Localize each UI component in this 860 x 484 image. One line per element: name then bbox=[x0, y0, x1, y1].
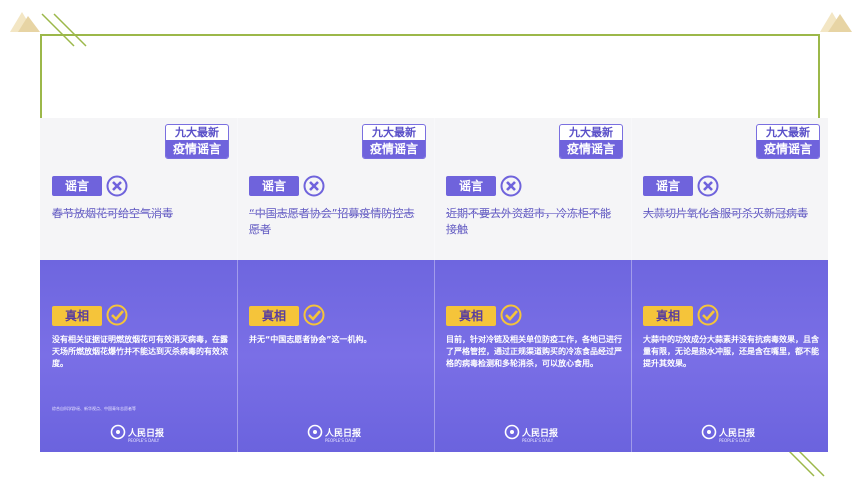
truth-text: 大蒜中的功效成分大蒜素并没有抗病毒效果，且含量有限，无论是热水冲服，还是含在嘴里… bbox=[643, 335, 819, 368]
triangle-decoration-right bbox=[820, 12, 852, 32]
logo-sub: PEOPLE'S DAILY bbox=[522, 438, 554, 443]
triangle-decoration-left bbox=[10, 12, 40, 32]
badge-line1: 九大最新 bbox=[569, 126, 613, 139]
truth-label: 真相 bbox=[643, 306, 693, 326]
rumor-label: 谣言 bbox=[52, 176, 102, 196]
rumor-card-3: 九大最新 疫情谣言 谣言 近期不要去外资超市，冷冻柜不能接触 真相 目前，针对冷… bbox=[434, 118, 631, 452]
title-badge: 九大最新 疫情谣言 bbox=[756, 124, 820, 159]
truth-label: 真相 bbox=[446, 306, 496, 326]
diagonal-lines-top-left bbox=[41, 13, 87, 47]
truth-text: 并无“中国志愿者协会”这一机构。 bbox=[249, 335, 372, 344]
badge-line1: 九大最新 bbox=[372, 126, 416, 139]
rumor-label: 谣言 bbox=[446, 176, 496, 196]
cross-circle-icon bbox=[500, 175, 522, 197]
diagonal-lines-bottom-right bbox=[787, 449, 825, 477]
rumor-text: “中国志愿者协会”招募疫情防控志愿者 bbox=[249, 207, 415, 236]
check-circle-icon bbox=[697, 304, 719, 326]
truth-text: 没有相关证据证明燃放烟花可有效消灭病毒，在露天场所燃放烟花爆竹并不能达到灭杀病毒… bbox=[52, 335, 228, 368]
rumor-text: 春节放烟花可给空气消毒 bbox=[52, 207, 173, 220]
peoples-daily-logo-icon bbox=[307, 424, 323, 440]
peoples-daily-logo-icon bbox=[504, 424, 520, 440]
badge-line2: 疫情谣言 bbox=[757, 140, 819, 158]
rumor-text: 近期不要去外资超市，冷冻柜不能接触 bbox=[446, 207, 611, 236]
cross-circle-icon bbox=[697, 175, 719, 197]
peoples-daily-logo: 人民日报 PEOPLE'S DAILY bbox=[504, 424, 564, 448]
check-circle-icon bbox=[106, 304, 128, 326]
check-circle-icon bbox=[303, 304, 325, 326]
card-divider bbox=[631, 118, 632, 452]
peoples-daily-logo-icon bbox=[110, 424, 126, 440]
badge-line2: 疫情谣言 bbox=[166, 140, 228, 158]
peoples-daily-logo: 人民日报 PEOPLE'S DAILY bbox=[307, 424, 367, 448]
card-divider bbox=[237, 118, 238, 452]
truth-label: 真相 bbox=[52, 306, 102, 326]
truth-label: 真相 bbox=[249, 306, 299, 326]
rumor-card-1: 九大最新 疫情谣言 谣言 春节放烟花可给空气消毒 真相 没有相关证据证明燃放烟花… bbox=[40, 118, 237, 452]
title-badge: 九大最新 疫情谣言 bbox=[559, 124, 623, 159]
rumor-text: 大蒜切片氧化含服可杀灭新冠病毒 bbox=[643, 207, 808, 220]
cross-circle-icon bbox=[106, 175, 128, 197]
logo-sub: PEOPLE'S DAILY bbox=[719, 438, 751, 443]
check-circle-icon bbox=[500, 304, 522, 326]
rumor-card-2: 九大最新 疫情谣言 谣言 “中国志愿者协会”招募疫情防控志愿者 真相 并无“中国… bbox=[237, 118, 434, 452]
title-badge: 九大最新 疫情谣言 bbox=[165, 124, 229, 159]
badge-line2: 疫情谣言 bbox=[560, 140, 622, 158]
badge-line1: 九大最新 bbox=[766, 126, 810, 139]
peoples-daily-logo: 人民日报 PEOPLE'S DAILY bbox=[701, 424, 761, 448]
peoples-daily-logo: 人民日报 PEOPLE'S DAILY bbox=[110, 424, 170, 448]
badge-line1: 九大最新 bbox=[175, 126, 219, 139]
rumor-cards: 九大最新 疫情谣言 谣言 春节放烟花可给空气消毒 真相 没有相关证据证明燃放烟花… bbox=[40, 118, 828, 452]
truth-text: 目前，针对冷链及相关单位防疫工作，各地已进行了严格管控，通过正规渠道购买的冷冻食… bbox=[446, 335, 622, 368]
frame-top bbox=[40, 34, 820, 36]
title-badge: 九大最新 疫情谣言 bbox=[362, 124, 426, 159]
logo-sub: PEOPLE'S DAILY bbox=[325, 438, 357, 443]
rumor-card-4: 九大最新 疫情谣言 谣言 大蒜切片氧化含服可杀灭新冠病毒 真相 大蒜中的功效成分… bbox=[631, 118, 828, 452]
frame-right bbox=[818, 34, 820, 118]
card-divider bbox=[434, 118, 435, 452]
logo-sub: PEOPLE'S DAILY bbox=[128, 438, 160, 443]
peoples-daily-logo-icon bbox=[701, 424, 717, 440]
source-note: 综合自科学辟谣、新华视点、中国青年志愿者等 bbox=[52, 406, 136, 411]
cross-circle-icon bbox=[303, 175, 325, 197]
rumor-label: 谣言 bbox=[643, 176, 693, 196]
rumor-label: 谣言 bbox=[249, 176, 299, 196]
badge-line2: 疫情谣言 bbox=[363, 140, 425, 158]
